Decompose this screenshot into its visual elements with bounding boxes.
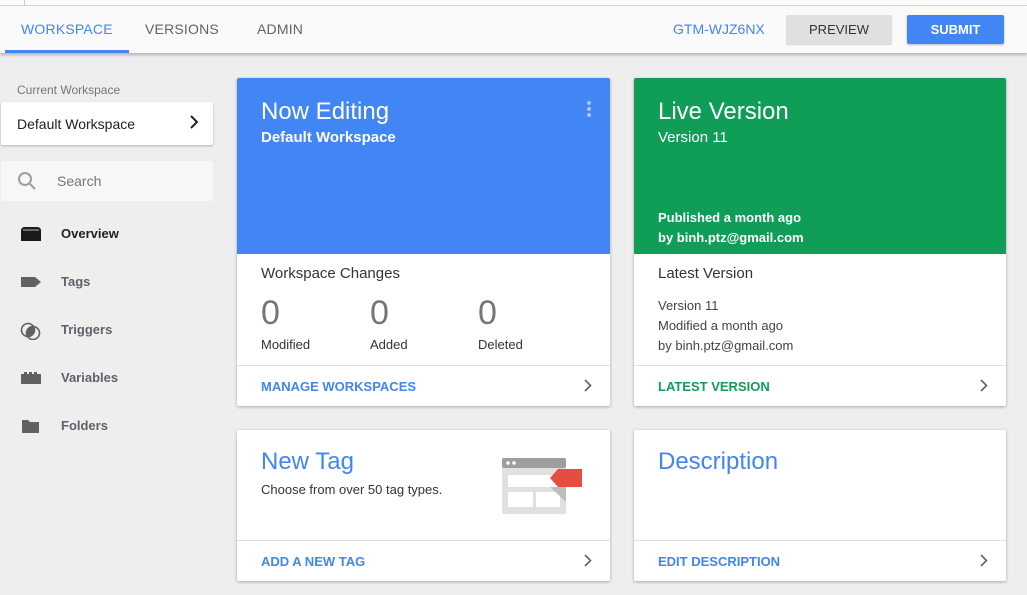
variable-icon <box>20 370 42 386</box>
app-bar: WORKSPACE VERSIONS ADMIN GTM-WJZ6NX PREV… <box>0 6 1027 53</box>
latest-version-link[interactable]: LATEST VERSION <box>634 365 1006 406</box>
description-title: Description <box>658 448 779 475</box>
stat-value: 0 <box>478 294 497 332</box>
published-time: Published a month ago <box>658 210 802 225</box>
tab-versions[interactable]: VERSIONS <box>145 6 219 53</box>
now-editing-workspace: Default Workspace <box>261 129 396 146</box>
live-version-card: Live Version Version 11 Published a mont… <box>634 78 1006 406</box>
edit-description-label: EDIT DESCRIPTION <box>658 554 781 569</box>
latest-version-label: LATEST VERSION <box>658 379 770 394</box>
chevron-right-icon <box>189 115 199 134</box>
workspace-changes-title: Workspace Changes <box>261 265 400 282</box>
sidebar-item-folders[interactable]: Folders <box>0 406 220 446</box>
trigger-icon <box>20 322 42 341</box>
manage-workspaces-label: MANAGE WORKSPACES <box>261 379 417 394</box>
latest-version-number: Version 11 <box>658 298 719 313</box>
tab-workspace[interactable]: WORKSPACE <box>5 6 129 53</box>
stat-value: 0 <box>261 294 280 332</box>
now-editing-card: Now Editing Default Workspace Workspace … <box>237 78 610 406</box>
stat-added: 0 Added <box>370 293 408 352</box>
sidebar-item-label: Tags <box>61 274 91 289</box>
search-icon <box>17 171 37 196</box>
tag-illustration-icon <box>502 458 584 521</box>
now-editing-header: Now Editing Default Workspace <box>237 78 610 254</box>
workspace-name: Default Workspace <box>17 116 136 132</box>
stat-value: 0 <box>370 294 389 332</box>
live-version-number: Version 11 <box>658 129 728 146</box>
new-tag-title: New Tag <box>261 448 354 475</box>
stat-modified: 0 Modified <box>261 293 310 352</box>
chevron-right-icon <box>980 379 988 397</box>
stat-label: Deleted <box>478 337 523 352</box>
more-vert-icon[interactable] <box>586 100 592 123</box>
sidebar-item-tags[interactable]: Tags <box>0 262 220 302</box>
search-input[interactable]: Search <box>1 161 213 201</box>
tab-admin[interactable]: ADMIN <box>257 6 303 53</box>
folder-icon <box>20 418 42 434</box>
live-version-title: Live Version <box>658 98 789 125</box>
sidebar-item-label: Folders <box>61 418 108 433</box>
preview-button[interactable]: PREVIEW <box>786 15 892 44</box>
search-placeholder: Search <box>57 173 102 189</box>
add-new-tag-label: ADD A NEW TAG <box>261 554 366 569</box>
sidebar-item-triggers[interactable]: Triggers <box>0 310 220 350</box>
sidebar-item-label: Triggers <box>61 322 113 337</box>
sidebar-item-overview[interactable]: Overview <box>0 214 220 254</box>
chevron-right-icon <box>584 379 592 397</box>
tag-icon <box>20 274 42 290</box>
latest-version-by: by binh.ptz@gmail.com <box>658 338 794 353</box>
stat-label: Modified <box>261 337 311 352</box>
add-new-tag-link[interactable]: ADD A NEW TAG <box>237 540 610 581</box>
stat-label: Added <box>370 337 408 352</box>
new-tag-description: Choose from over 50 tag types. <box>261 482 443 497</box>
latest-version-title: Latest Version <box>658 265 754 282</box>
current-workspace-label: Current Workspace <box>17 83 121 97</box>
description-card: Description EDIT DESCRIPTION <box>634 430 1006 581</box>
stat-deleted: 0 Deleted <box>478 293 523 352</box>
manage-workspaces-link[interactable]: MANAGE WORKSPACES <box>237 365 610 406</box>
sidebar-item-label: Variables <box>61 370 119 385</box>
chevron-right-icon <box>584 554 592 572</box>
live-version-header: Live Version Version 11 Published a mont… <box>634 78 1006 254</box>
new-tag-card[interactable]: New Tag Choose from over 50 tag types. A… <box>237 430 610 581</box>
submit-button[interactable]: SUBMIT <box>907 15 1004 44</box>
published-by: by binh.ptz@gmail.com <box>658 230 804 245</box>
container-id-link[interactable]: GTM-WJZ6NX <box>673 6 765 52</box>
workspace-selector[interactable]: Default Workspace <box>1 102 213 145</box>
chevron-right-icon <box>980 554 988 572</box>
now-editing-title: Now Editing <box>261 98 390 125</box>
latest-version-modified: Modified a month ago <box>658 318 784 333</box>
sidebar-item-variables[interactable]: Variables <box>0 358 220 398</box>
overview-icon <box>20 226 42 242</box>
edit-description-link[interactable]: EDIT DESCRIPTION <box>634 540 1006 581</box>
sidebar-item-label: Overview <box>61 226 119 241</box>
